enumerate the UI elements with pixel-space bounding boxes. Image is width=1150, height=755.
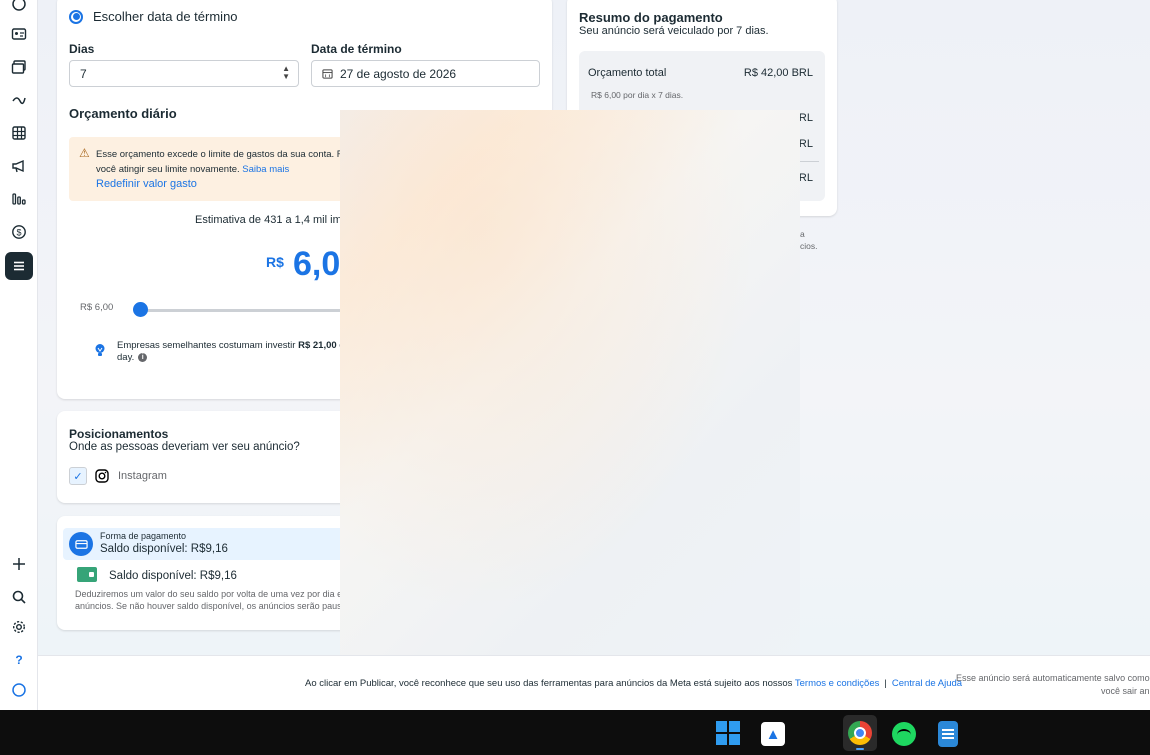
end-date-label: Data de término xyxy=(311,42,402,56)
payment-note: Deduziremos um valor do seu saldo por vo… xyxy=(75,588,342,612)
info-icon[interactable]: i xyxy=(138,352,148,362)
end-date-radio-option[interactable]: Escolher data de término xyxy=(69,9,238,24)
budget-slider-thumb[interactable] xyxy=(133,302,148,317)
days-stepper-icon[interactable]: ▲ ▼ xyxy=(282,65,290,81)
per-day-breakdown: R$ 6,00 por dia x 7 dias. xyxy=(591,90,684,100)
svg-text:$: $ xyxy=(16,228,21,238)
budget-slider-track[interactable] xyxy=(141,309,371,312)
tip-bold-amount: R$ 21,00 xyxy=(298,340,337,351)
peer-spend-tip: Empresas semelhantes costumam investir R… xyxy=(117,340,357,364)
payment-method-selector[interactable]: Forma de pagamento Saldo disponível: R$9… xyxy=(63,528,363,560)
calendar-icon xyxy=(322,69,333,79)
consent-text-body: Ao clicar em Publicar, você reconhece qu… xyxy=(305,678,795,689)
menu-icon[interactable] xyxy=(5,252,33,280)
warning-line2: você atingir seu limite novamente. xyxy=(96,164,240,175)
daily-budget-title: Orçamento diário xyxy=(69,106,177,121)
payment-method-label: Forma de pagamento xyxy=(100,531,187,541)
payment-note-line2: anúncios. Se não houver saldo disponível… xyxy=(75,601,342,611)
megaphone-icon[interactable] xyxy=(5,152,33,180)
end-date-value: 27 de agosto de 2026 xyxy=(340,66,457,81)
autosave-line1: Esse anúncio será automaticamente salvo … xyxy=(956,673,1150,683)
plus-icon[interactable] xyxy=(5,550,33,578)
autosave-note: Esse anúncio será automaticamente salvo … xyxy=(956,672,1150,698)
slider-min-label: R$ 6,00 xyxy=(80,302,114,313)
placements-title: Posicionamentos xyxy=(69,427,169,441)
wallet-icon xyxy=(77,567,97,582)
chrome-icon[interactable] xyxy=(848,721,872,745)
summary-note-partial-2: cios. xyxy=(800,241,818,251)
terms-link[interactable]: Termos e condições xyxy=(795,678,879,689)
windows-start-icon[interactable] xyxy=(716,721,740,745)
left-nav-rail: $ ? xyxy=(0,0,38,710)
summary-subtitle: Seu anúncio será veiculado por 7 dias. xyxy=(579,25,769,37)
search-icon[interactable] xyxy=(5,583,33,611)
tip-text-a: Empresas semelhantes costumam investir xyxy=(117,340,299,351)
days-value: 7 xyxy=(80,66,87,81)
arc-app-icon[interactable]: ▲ xyxy=(761,722,785,746)
placements-subtitle: Onde as pessoas deveriam ver seu anúncio… xyxy=(69,441,300,453)
spotify-icon[interactable] xyxy=(892,722,916,746)
activity-icon[interactable] xyxy=(5,86,33,114)
summary-note-partial-1: a xyxy=(800,229,805,239)
grid-table-icon[interactable] xyxy=(5,119,33,147)
gear-icon[interactable] xyxy=(5,613,33,641)
radio-selected-icon[interactable] xyxy=(69,9,83,24)
reset-spend-link[interactable]: Redefinir valor gasto xyxy=(96,178,197,190)
help-icon[interactable]: ? xyxy=(5,646,33,674)
learn-more-link[interactable]: Saiba mais xyxy=(242,164,289,175)
contact-card-icon[interactable] xyxy=(5,20,33,48)
bar-chart-icon[interactable] xyxy=(5,185,33,213)
instagram-icon xyxy=(95,469,109,483)
footer-separator: | xyxy=(884,678,887,689)
notepad-icon[interactable] xyxy=(938,721,958,747)
end-date-input[interactable]: 27 de agosto de 2026 xyxy=(311,60,540,87)
chat-bubble-icon[interactable] xyxy=(5,0,33,18)
blurred-overlay xyxy=(340,110,800,676)
payment-method-value: Saldo disponível: R$9,16 xyxy=(100,543,228,555)
consent-text: Ao clicar em Publicar, você reconhece qu… xyxy=(305,678,962,689)
publish-footer: Ao clicar em Publicar, você reconhece qu… xyxy=(38,655,1150,710)
summary-title: Resumo do pagamento xyxy=(579,10,723,25)
total-budget-label: Orçamento total xyxy=(588,67,667,79)
autosave-line2: você sair an xyxy=(1101,686,1150,696)
warning-text: Esse orçamento excede o limite de gastos… xyxy=(96,147,354,177)
instagram-label: Instagram xyxy=(118,470,167,482)
chrome-running-indicator xyxy=(856,748,864,750)
available-balance: Saldo disponível: R$9,16 xyxy=(109,570,237,582)
payment-note-line1: Deduziremos um valor do seu saldo por vo… xyxy=(75,589,343,599)
budget-currency: R$ xyxy=(266,254,284,270)
feedback-bubble-icon[interactable] xyxy=(5,676,33,704)
card-icon xyxy=(69,532,93,556)
warning-line1: Esse orçamento excede o limite de gastos… xyxy=(96,149,354,160)
warning-triangle-icon: ⚠ xyxy=(79,146,90,160)
total-budget-value: R$ 42,00 BRL xyxy=(743,67,813,79)
lightbulb-icon xyxy=(95,344,105,356)
help-center-link[interactable]: Central de Ajuda xyxy=(892,678,962,689)
os-taskbar xyxy=(0,710,1150,755)
dollar-circle-icon[interactable]: $ xyxy=(5,218,33,246)
tip-line2: day. xyxy=(117,352,135,363)
days-label: Dias xyxy=(69,42,95,56)
summary-divider xyxy=(797,161,819,162)
content-stack-icon[interactable] xyxy=(5,53,33,81)
days-input[interactable]: 7 ▲ ▼ xyxy=(69,60,299,87)
budget-warning-banner: ⚠ Esse orçamento excede o limite de gast… xyxy=(69,137,369,201)
end-date-option-label: Escolher data de término xyxy=(93,9,238,24)
instagram-checkbox[interactable]: ✓ xyxy=(69,467,87,485)
reach-estimate: Estimativa de 431 a 1,4 mil imp xyxy=(195,214,348,226)
